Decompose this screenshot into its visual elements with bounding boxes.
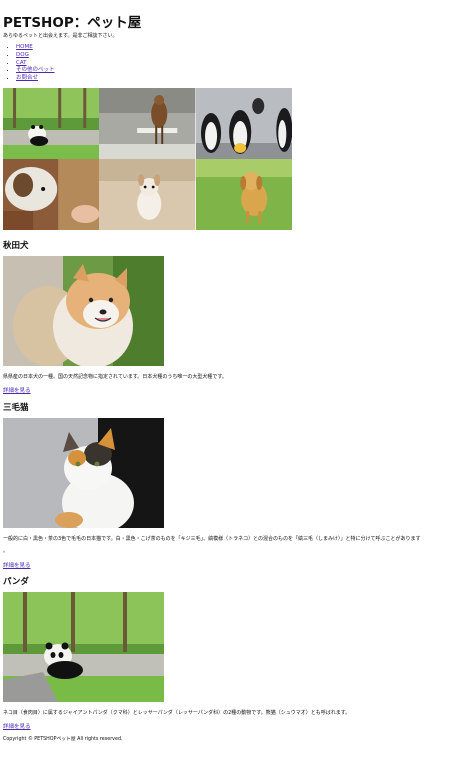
calico-description-end: 。 <box>3 548 9 554</box>
lead-text: あらゆるペットと出会えます。是非ご相談下さい。 <box>3 33 118 39</box>
gallery-hawk-photo <box>99 88 196 159</box>
footer-copyright: Copyright © PETSHOPペット屋 All rights reser… <box>3 737 123 742</box>
gallery-penguins-photo <box>195 88 292 159</box>
photo-gallery <box>3 88 292 230</box>
akita-description: 県県産の日本犬の一種。国の天然記念物に指定されています。日本犬種のうち唯一の大型… <box>3 374 227 380</box>
gallery-dog-hand-photo <box>3 159 100 230</box>
nav-link-home[interactable]: HOME <box>16 44 33 50</box>
section-title-calico: 三毛猫 <box>3 403 29 413</box>
calico-more-link[interactable]: 詳細を見る <box>3 561 31 569</box>
gallery-panda-photo <box>3 88 100 159</box>
akita-more-link[interactable]: 詳細を見る <box>3 386 31 394</box>
nav-link-contact[interactable]: お問合せ <box>16 75 38 81</box>
akita-photo <box>3 256 164 366</box>
nav-link-dog[interactable]: DOG <box>16 52 29 58</box>
section-title-panda: パンダ <box>3 577 29 587</box>
gallery-chihuahua-photo <box>99 159 196 230</box>
gallery-golden-dog-photo <box>195 159 292 230</box>
panda-description: ネコ目（食肉目）に属するジャイアントパンダ（クマ科）とレッサーパンダ（レッサーパ… <box>3 710 351 716</box>
nav-link-other-pets[interactable]: その他のペット <box>16 67 55 73</box>
page-title: PETSHOP：ペット屋 <box>3 15 142 31</box>
calico-photo <box>3 418 164 528</box>
section-title-akita: 秋田犬 <box>3 241 29 251</box>
calico-description: 一般的に白・黒色・茶の3色で毛毛の日本猫です。白・黒色・こげ茶のものを「キジ三毛… <box>3 536 421 542</box>
panda-photo <box>3 592 164 702</box>
nav-link-cat[interactable]: CAT <box>16 60 27 66</box>
panda-more-link[interactable]: 詳細を見る <box>3 722 31 730</box>
